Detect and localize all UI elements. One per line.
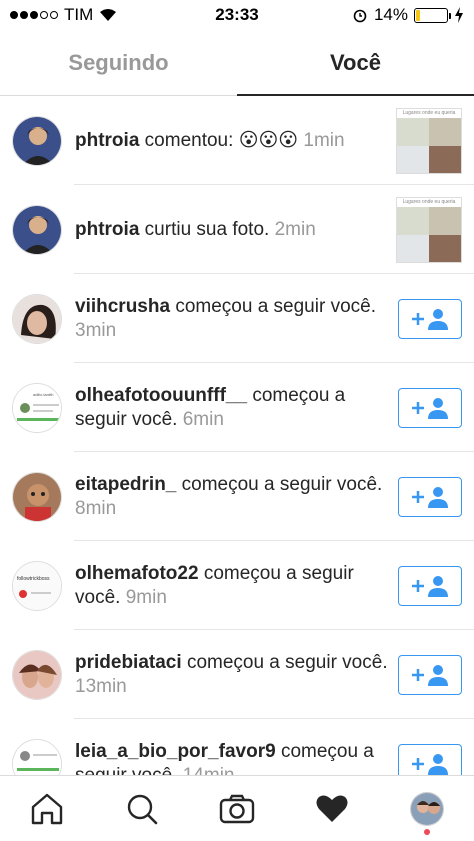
avatar[interactable]: followtrickboss	[12, 560, 62, 611]
notification-dot	[423, 828, 430, 835]
avatar[interactable]	[12, 471, 62, 522]
charging-icon	[455, 7, 463, 23]
follow-back-button[interactable]	[398, 298, 462, 339]
notifications-list: phtroia comentou: 😮😮😮 1min Lugares onde …	[0, 96, 474, 776]
notification-text: olheafotoouunfff__ começou a seguir você…	[75, 384, 346, 430]
avatar[interactable]	[12, 115, 62, 166]
list-item[interactable]: phtroia comentou: 😮😮😮 1min Lugares onde …	[0, 96, 474, 185]
follow-back-button[interactable]	[398, 743, 462, 776]
username[interactable]: eitapedrin_	[75, 474, 176, 495]
nav-profile[interactable]	[397, 779, 457, 839]
nav-home[interactable]	[17, 779, 77, 839]
avatar[interactable]	[12, 649, 62, 700]
home-icon	[32, 793, 63, 824]
avatar[interactable]: adilio.lardth	[12, 382, 62, 433]
notification-text: pridebiataci começou a seguir você. 13mi…	[75, 651, 388, 697]
profile-avatar	[409, 791, 444, 826]
timestamp: 8min	[75, 497, 117, 519]
notification-text: olhemafoto22 começou a seguir você. 9min	[75, 562, 354, 608]
tab-you[interactable]: Você	[237, 30, 474, 96]
list-item[interactable]: adilio.lardth olheafotoouunfff__ começou…	[0, 363, 474, 452]
post-thumbnail[interactable]: Lugares onde eu queria tomar leite	[396, 107, 462, 174]
follow-back-button[interactable]	[398, 565, 462, 606]
timestamp: 3min	[75, 319, 117, 341]
follow-back-button[interactable]	[398, 476, 462, 517]
thumbnail-caption: Lugares onde eu queria tomar leite	[397, 197, 461, 214]
username[interactable]: leia_a_bio_por_favor9	[75, 741, 276, 762]
search-icon	[127, 794, 158, 824]
username[interactable]: phtroia	[75, 130, 139, 151]
avatar[interactable]	[12, 293, 62, 344]
wifi-icon	[100, 9, 117, 21]
camera-icon	[219, 794, 255, 823]
nav-camera[interactable]	[207, 779, 267, 839]
notification-text: viihcrusha começou a seguir você. 3min	[75, 295, 376, 341]
avatar-label: followtrickboss	[17, 576, 50, 582]
avatar[interactable]	[12, 204, 62, 255]
timestamp: 9min	[125, 586, 167, 608]
add-user-icon	[412, 308, 448, 330]
list-item[interactable]: pridebiataci começou a seguir você. 13mi…	[0, 630, 474, 719]
list-item[interactable]: viihcrusha começou a seguir você. 3min	[0, 274, 474, 363]
notification-text: eitapedrin_ começou a seguir você. 8min	[75, 473, 383, 519]
status-bar: TIM 23:33 14%	[0, 0, 474, 30]
add-user-icon	[412, 486, 448, 508]
add-user-icon	[412, 753, 448, 775]
follow-back-button[interactable]	[398, 387, 462, 428]
thumbnail-caption: Lugares onde eu queria tomar leite	[397, 108, 461, 125]
add-user-icon	[412, 575, 448, 597]
username[interactable]: viihcrusha	[75, 296, 170, 317]
notification-text: phtroia curtiu sua foto. 2min	[75, 218, 316, 240]
add-user-icon	[412, 664, 448, 686]
signal-icon	[10, 11, 58, 19]
activity-tabs: Seguindo Você	[0, 30, 474, 96]
avatar-label: adilio.lardth	[33, 392, 53, 397]
notification-text: leia_a_bio_por_favor9 começou a seguir v…	[75, 740, 388, 777]
nav-activity[interactable]	[302, 779, 362, 839]
comment-emoji: 😮😮😮	[238, 129, 299, 151]
carrier-info: TIM	[10, 5, 117, 25]
add-user-icon	[412, 397, 448, 419]
list-item[interactable]: followtrickboss olhemafoto22 começou a s…	[0, 541, 474, 630]
follow-back-button[interactable]	[398, 654, 462, 695]
bottom-nav	[0, 775, 474, 841]
username[interactable]: pridebiataci	[75, 652, 182, 673]
post-thumbnail[interactable]: Lugares onde eu queria tomar leite	[396, 196, 462, 263]
avatar[interactable]	[12, 738, 62, 776]
timestamp: 1min	[303, 129, 345, 151]
alarm-icon	[353, 9, 367, 23]
username[interactable]: phtroia	[75, 219, 139, 240]
list-item[interactable]: eitapedrin_ começou a seguir você. 8min	[0, 452, 474, 541]
battery-icon	[414, 7, 451, 23]
battery-info: 14%	[352, 5, 464, 25]
battery-percent: 14%	[373, 5, 408, 24]
timestamp: 6min	[182, 408, 224, 430]
username[interactable]: olheafotoouunfff__	[75, 385, 247, 406]
nav-search[interactable]	[112, 779, 172, 839]
timestamp: 2min	[274, 218, 316, 240]
list-item[interactable]: phtroia curtiu sua foto. 2min Lugares on…	[0, 185, 474, 274]
notification-text: phtroia comentou: 😮😮😮 1min	[75, 129, 345, 151]
timestamp: 13min	[75, 675, 127, 697]
username[interactable]: olhemafoto22	[75, 563, 199, 584]
heart-icon	[316, 795, 348, 822]
tab-following[interactable]: Seguindo	[0, 30, 237, 95]
carrier-name: TIM	[64, 5, 94, 24]
list-item[interactable]: leia_a_bio_por_favor9 começou a seguir v…	[0, 719, 474, 776]
